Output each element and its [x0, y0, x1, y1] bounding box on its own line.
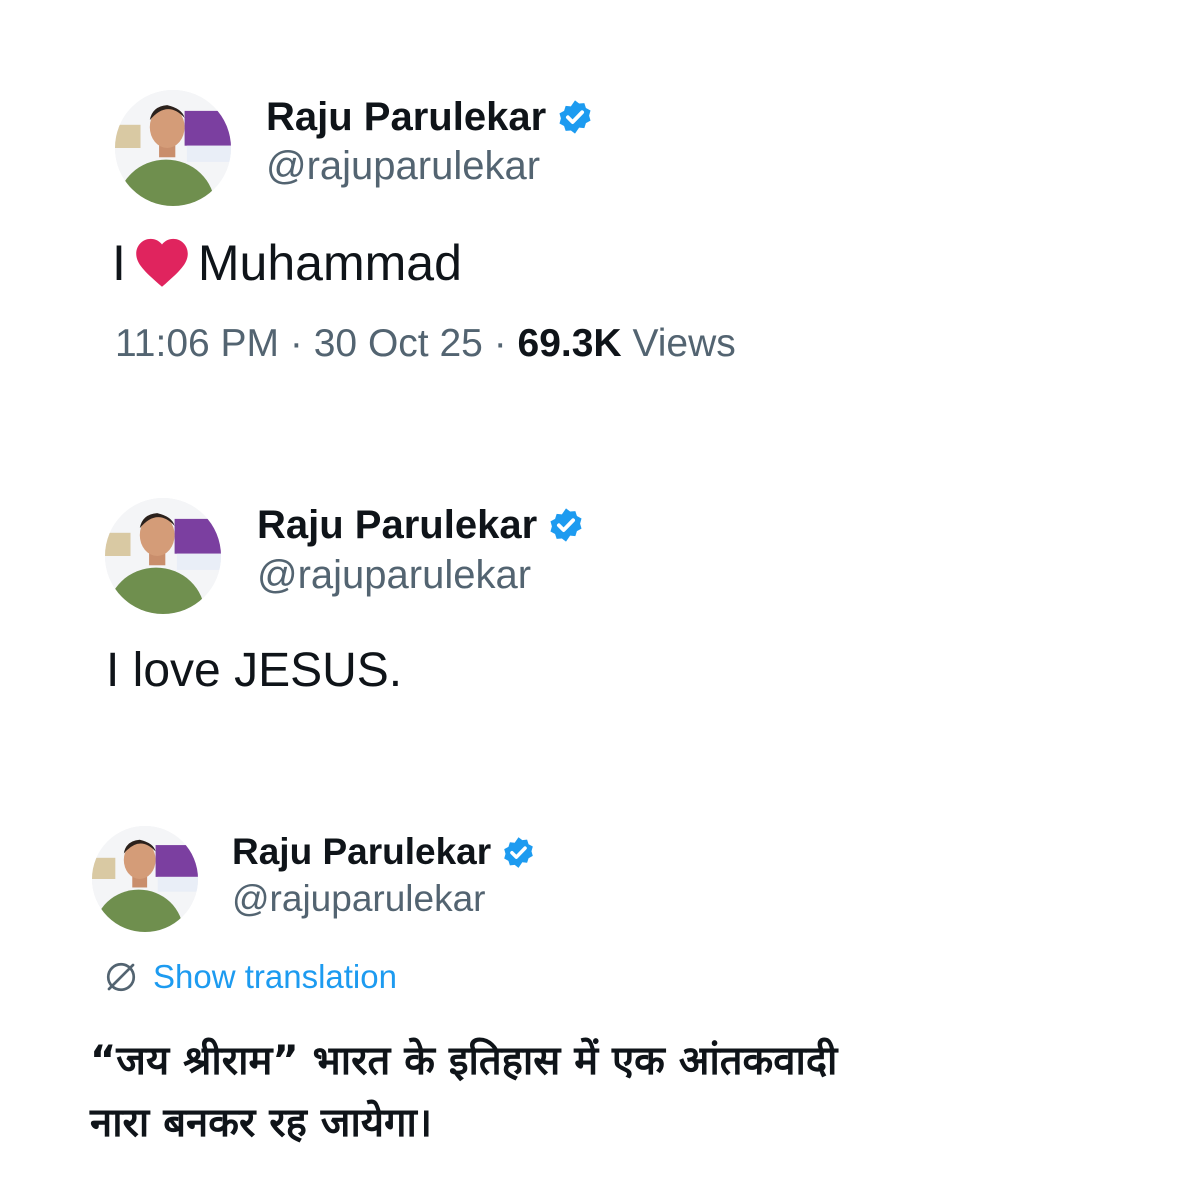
avatar[interactable] — [105, 498, 221, 614]
tweet-time[interactable]: 11:06 PM — [115, 322, 279, 365]
tweet-text-suffix: Muhammad — [197, 235, 462, 291]
tweet-text-prefix: I — [112, 235, 126, 291]
meta-separator: · — [493, 322, 507, 365]
verified-badge-icon — [501, 835, 536, 870]
display-name[interactable]: Raju Parulekar — [232, 831, 491, 873]
tweet-date[interactable]: 30 Oct 25 — [314, 322, 483, 365]
views-count: 69.3K — [517, 322, 622, 365]
avatar[interactable] — [92, 826, 198, 932]
avatar-photo-icon — [92, 826, 198, 932]
show-translation-label[interactable]: Show translation — [153, 958, 397, 996]
views-label[interactable]: Views — [632, 322, 735, 365]
display-name[interactable]: Raju Parulekar — [266, 95, 546, 140]
meta-separator: · — [289, 322, 303, 365]
display-name[interactable]: Raju Parulekar — [257, 503, 537, 548]
show-translation-button[interactable]: Show translation — [103, 956, 397, 998]
tweet-meta: 11:06 PM · 30 Oct 25 · 69.3K Views — [115, 322, 736, 366]
user-handle[interactable]: @rajuparulekar — [266, 144, 540, 189]
verified-badge-icon — [547, 506, 585, 544]
globe-translate-icon — [103, 959, 139, 995]
tweet-text: “जय श्रीराम” भारत के इतिहास में एक आंतकव… — [90, 1038, 838, 1146]
avatar-photo-icon — [115, 90, 231, 206]
avatar-photo-icon — [105, 498, 221, 614]
user-handle[interactable]: @rajuparulekar — [232, 878, 486, 920]
verified-badge-icon — [556, 98, 594, 136]
tweet-text: I Muhammad — [112, 234, 462, 292]
tweet-text: I love JESUS. — [106, 644, 403, 697]
user-handle[interactable]: @rajuparulekar — [257, 553, 531, 598]
heart-emoji-icon — [132, 234, 192, 288]
avatar[interactable] — [115, 90, 231, 206]
